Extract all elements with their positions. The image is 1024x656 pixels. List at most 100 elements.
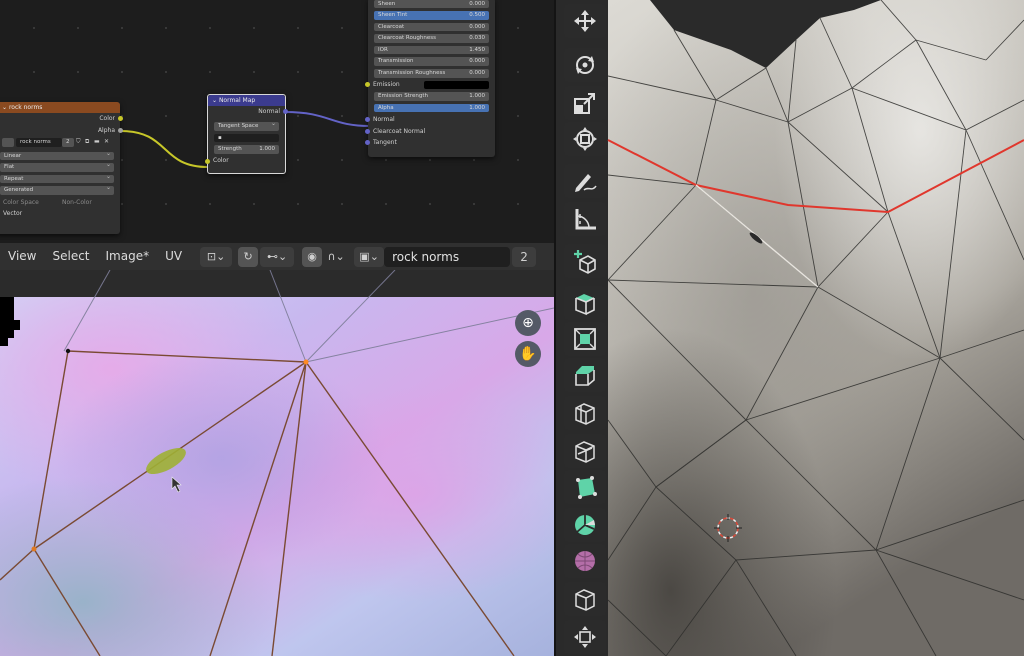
- spin-icon: [575, 515, 595, 535]
- image-datablock-row: rock norms 2 ⛉ ⧉ ▬ ✕: [0, 136, 120, 150]
- image-node-header[interactable]: ⌄ rock norms: [0, 102, 120, 113]
- tool-measure[interactable]: [564, 202, 606, 236]
- principled-row: IOR 1.450: [368, 44, 495, 56]
- unlink-icon[interactable]: ✕: [104, 136, 109, 148]
- transform-icon: [573, 127, 597, 151]
- principled-field[interactable]: IOR 1.450: [374, 45, 489, 55]
- 3d-viewport[interactable]: [556, 0, 1024, 656]
- tool-spin[interactable]: [564, 508, 606, 542]
- tool-add-cube[interactable]: [564, 244, 606, 278]
- tool-edge-slide[interactable]: [564, 582, 606, 616]
- duplicate-icon[interactable]: ⧉: [85, 136, 89, 148]
- out-normal-row: Normal: [208, 106, 288, 118]
- principled-field[interactable]: Transmission 0.000: [374, 57, 489, 66]
- blender-window: Sheen 0.000 Sheen Tint 0.500 Clearcoat 0.000 C…: [0, 0, 1024, 656]
- menu-select[interactable]: Select: [44, 243, 97, 270]
- emission-strength-field[interactable]: Emission Strength 1.000: [374, 92, 489, 101]
- space-dropdown[interactable]: Tangent Space: [214, 120, 279, 131]
- in-color-socket[interactable]: [205, 158, 210, 164]
- principled-row: Clearcoat Roughness 0.030: [368, 33, 495, 45]
- uv-vertex: [303, 359, 309, 365]
- tool-extrude-region[interactable]: [564, 286, 606, 320]
- principled-field[interactable]: Clearcoat Roughness 0.030: [374, 34, 489, 43]
- interpolation-dropdown[interactable]: Linear: [0, 150, 114, 161]
- principled-field[interactable]: Sheen 0.000: [374, 0, 489, 8]
- image-name-field[interactable]: rock norms: [16, 138, 62, 147]
- smooth-icon: [575, 551, 595, 571]
- out-alpha-socket[interactable]: [118, 127, 123, 133]
- zoom-icon[interactable]: ⊕: [515, 310, 541, 336]
- snapping-dropdown[interactable]: ⊷⌄: [260, 246, 295, 267]
- sync-selection-toggle[interactable]: ↻: [238, 246, 259, 267]
- image-users-count: 2: [512, 246, 537, 267]
- principled-field[interactable]: Sheen Tint 0.500: [374, 11, 489, 20]
- shader-node-editor[interactable]: Sheen 0.000 Sheen Tint 0.500 Clearcoat 0.000 C…: [0, 0, 554, 243]
- add-cube-icon: [574, 250, 596, 274]
- tool-scale[interactable]: [564, 86, 606, 120]
- falloff-dropdown[interactable]: ∩⌄: [324, 247, 348, 267]
- menu-image[interactable]: Image*: [98, 243, 158, 270]
- poly-build-icon: [576, 476, 597, 499]
- principled-bsdf-node[interactable]: Sheen 0.000 Sheen Tint 0.500 Clearcoat 0.000 C…: [365, 0, 495, 157]
- uv-image-display[interactable]: [0, 270, 554, 656]
- principled-row: Transmission Roughness 0.000: [368, 68, 495, 80]
- principled-row: Sheen Tint 0.500: [368, 10, 495, 22]
- source-dropdown[interactable]: Generated: [0, 185, 114, 195]
- image-users-count: 2: [62, 138, 74, 147]
- folder-icon[interactable]: ▬: [94, 136, 100, 148]
- strength-row: Strength 1.000: [208, 144, 285, 156]
- fake-user-icon[interactable]: ⛉: [76, 136, 81, 148]
- edge-slide-icon: [575, 589, 595, 611]
- tool-inset-faces[interactable]: [564, 322, 606, 356]
- tool-bevel[interactable]: [564, 358, 606, 392]
- tool-move[interactable]: [564, 4, 606, 38]
- uv-vertex: [65, 348, 71, 354]
- tool-poly-build[interactable]: [564, 470, 606, 504]
- alpha-field[interactable]: Alpha 1.000: [374, 103, 489, 113]
- uv-image-editor[interactable]: View Select Image* UV ⊡⌄ ↻ ⊷⌄ ◉ ∩⌄ ▣⌄ ro…: [0, 243, 554, 656]
- knife-icon: [575, 441, 595, 463]
- falloff-curve-icon: ∩⌄: [327, 250, 345, 263]
- image-browse-icon[interactable]: [2, 138, 14, 148]
- menu-view[interactable]: View: [0, 243, 44, 270]
- menu-uv[interactable]: UV: [157, 243, 190, 270]
- strength-field[interactable]: Strength 1.000: [214, 145, 279, 154]
- in-color-row: Color: [205, 155, 285, 167]
- image-browse-dropdown[interactable]: ▣⌄: [354, 246, 385, 267]
- uv-vertex: [31, 546, 37, 552]
- extension-row: Repeat: [0, 173, 120, 185]
- principled-field[interactable]: Clearcoat 0.000: [374, 22, 489, 32]
- pan-hand-icon[interactable]: ✋: [515, 341, 541, 367]
- mesh-display[interactable]: [556, 0, 1024, 656]
- annotate-icon: [575, 174, 597, 192]
- proportional-icon: ◉: [307, 250, 317, 263]
- tool-annotate[interactable]: [564, 164, 606, 198]
- scale-icon: [574, 93, 595, 114]
- collapse-chevron-icon[interactable]: ⌄: [212, 97, 219, 104]
- extension-dropdown[interactable]: Repeat: [0, 173, 114, 184]
- uv-canvas[interactable]: ⊕ ✋: [0, 270, 554, 656]
- emission-color-swatch[interactable]: [424, 81, 489, 90]
- tool-shelf: [562, 0, 608, 656]
- proportional-editing-toggle[interactable]: ◉: [302, 246, 323, 267]
- color-space-dropdown[interactable]: Non-Color: [62, 197, 92, 209]
- tool-transform[interactable]: [564, 122, 606, 156]
- projection-dropdown[interactable]: Flat: [0, 161, 114, 172]
- uv-map-field[interactable]: ▪: [214, 133, 279, 143]
- link-color-to-color: [120, 130, 209, 168]
- tool-rotate[interactable]: [564, 48, 606, 82]
- pivot-dropdown[interactable]: ⊡⌄: [200, 246, 233, 267]
- principled-field[interactable]: Transmission Roughness 0.000: [374, 69, 489, 78]
- tool-shrink-fatten[interactable]: [564, 620, 606, 654]
- normal-map-header[interactable]: ⌄ Normal Map: [208, 95, 285, 106]
- collapse-chevron-icon[interactable]: ⌄: [2, 104, 9, 111]
- tool-knife[interactable]: [564, 434, 606, 468]
- interpolation-row: Linear: [0, 150, 120, 162]
- image-name-field[interactable]: rock norms: [384, 246, 511, 267]
- out-alpha-row: Alpha: [0, 125, 123, 137]
- tool-smooth[interactable]: [564, 544, 606, 578]
- bevel-icon: [575, 366, 595, 386]
- normal-map-node[interactable]: ⌄ Normal Map Normal Tangent Space ▪ Stre…: [205, 94, 288, 174]
- image-texture-node[interactable]: ⌄ rock norms Color Alpha rock norms 2 ⛉ …: [0, 102, 123, 234]
- tool-loop-cut[interactable]: [564, 396, 606, 430]
